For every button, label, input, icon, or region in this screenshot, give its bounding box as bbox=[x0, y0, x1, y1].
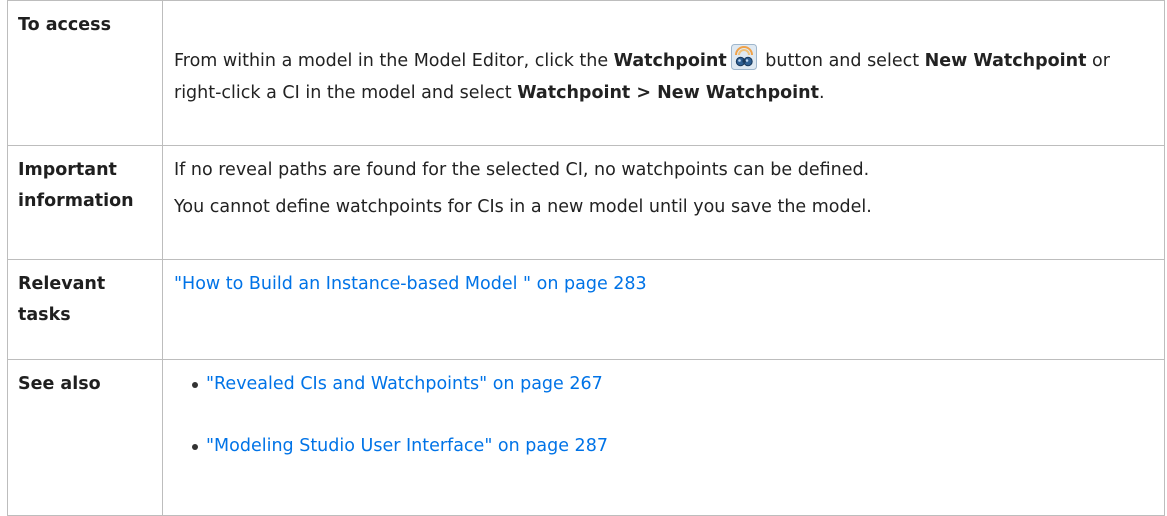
row-to-access: To access From within a model in the Mod… bbox=[7, 0, 1165, 147]
to-access-content: From within a model in the Model Editor,… bbox=[162, 0, 1165, 147]
row-relevant-tasks: Relevant tasks "How to Build an Instance… bbox=[7, 259, 1165, 360]
important-note-1: If no reveal paths are found for the sel… bbox=[174, 160, 870, 181]
important-note-2: You cannot define watchpoints for CIs in… bbox=[174, 197, 872, 218]
list-item: "Modeling Studio User Interface" on page… bbox=[192, 431, 1152, 462]
watchpoint-term: Watchpoint bbox=[613, 51, 727, 71]
relevant-tasks-content: "How to Build an Instance-based Model " … bbox=[162, 259, 1165, 360]
label-see-also: See also bbox=[7, 358, 163, 516]
watchpoint-menu-path: Watchpoint > New Watchpoint bbox=[517, 83, 819, 103]
see-also-list: "Revealed CIs and Watchpoints" on page 2… bbox=[174, 369, 1152, 462]
label-relevant-tasks: Relevant tasks bbox=[7, 259, 163, 360]
see-also-content: "Revealed CIs and Watchpoints" on page 2… bbox=[162, 358, 1165, 516]
label-to-access: To access bbox=[7, 0, 163, 147]
row-important-information: Important information If no reveal paths… bbox=[7, 145, 1165, 261]
watchpoint-icon bbox=[730, 44, 757, 70]
info-table: To access From within a model in the Mod… bbox=[7, 0, 1165, 516]
list-item: "Revealed CIs and Watchpoints" on page 2… bbox=[192, 369, 1152, 400]
to-access-text: From within a model in the Model Editor,… bbox=[174, 44, 1152, 109]
link-revealed-cis-watchpoints[interactable]: "Revealed CIs and Watchpoints" on page 2… bbox=[206, 374, 603, 394]
link-how-to-build-instance-model[interactable]: "How to Build an Instance-based Model " … bbox=[174, 274, 647, 294]
label-important-information: Important information bbox=[7, 145, 163, 261]
row-see-also: See also "Revealed CIs and Watchpoints" … bbox=[7, 358, 1165, 516]
link-modeling-studio-ui[interactable]: "Modeling Studio User Interface" on page… bbox=[206, 436, 608, 456]
new-watchpoint-term: New Watchpoint bbox=[924, 51, 1087, 71]
important-information-content: If no reveal paths are found for the sel… bbox=[162, 145, 1165, 261]
